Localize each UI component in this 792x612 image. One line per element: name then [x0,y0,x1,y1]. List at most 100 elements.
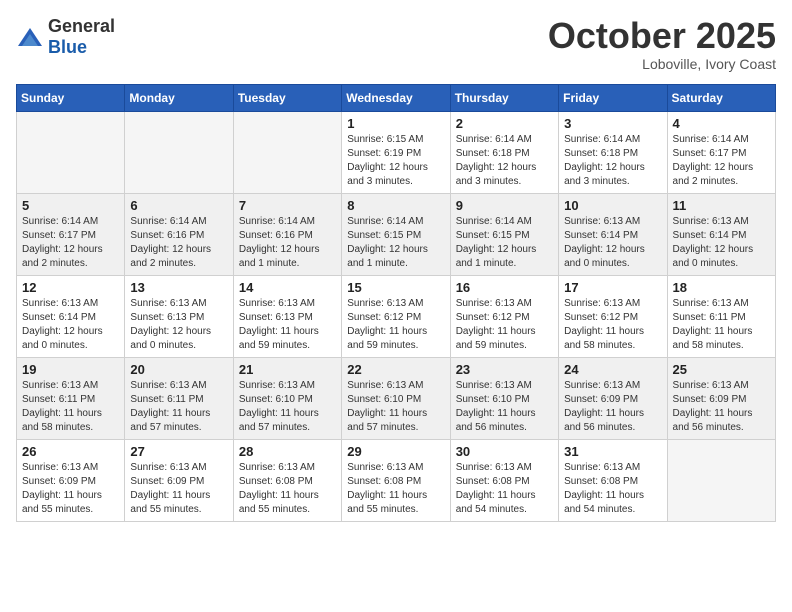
day-number: 16 [456,280,553,295]
week-row-4: 19 Sunrise: 6:13 AM Sunset: 6:11 PM Dayli… [17,357,776,439]
day-info: Sunrise: 6:13 AM Sunset: 6:10 PM Dayligh… [456,379,553,435]
day-number: 1 [347,116,444,131]
day-info: Sunrise: 6:13 AM Sunset: 6:11 PM Dayligh… [673,297,770,353]
day-info: Sunrise: 6:13 AM Sunset: 6:09 PM Dayligh… [22,461,119,517]
calendar-cell: 18 Sunrise: 6:13 AM Sunset: 6:11 PM Dayli… [667,275,775,357]
header-friday: Friday [559,84,667,111]
calendar-cell: 10 Sunrise: 6:13 AM Sunset: 6:14 PM Dayli… [559,193,667,275]
page-header: General Blue October 2025 Loboville, Ivo… [16,16,776,72]
header-thursday: Thursday [450,84,558,111]
calendar-cell: 5 Sunrise: 6:14 AM Sunset: 6:17 PM Daylig… [17,193,125,275]
day-info: Sunrise: 6:13 AM Sunset: 6:12 PM Dayligh… [347,297,444,353]
calendar-cell: 25Sunrise: 6:13 AM Sunset: 6:09 PM Dayli… [667,357,775,439]
logo-blue: Blue [48,37,87,57]
calendar-cell: 4 Sunrise: 6:14 AM Sunset: 6:17 PM Daylig… [667,111,775,193]
logo: General Blue [16,16,115,58]
calendar-cell: 27 Sunrise: 6:13 AM Sunset: 6:09 PM Dayli… [125,439,233,521]
day-number: 29 [347,444,444,459]
title-block: October 2025 Loboville, Ivory Coast [548,16,776,72]
day-info: Sunrise: 6:14 AM Sunset: 6:15 PM Dayligh… [456,215,553,271]
logo-general: General [48,16,115,36]
day-info: Sunrise: 6:13 AM Sunset: 6:12 PM Dayligh… [456,297,553,353]
calendar-cell: 16 Sunrise: 6:13 AM Sunset: 6:12 PM Dayli… [450,275,558,357]
day-info: Sunrise: 6:13 AM Sunset: 6:11 PM Dayligh… [130,379,227,435]
day-number: 12 [22,280,119,295]
day-info: Sunrise: 6:14 AM Sunset: 6:17 PM Dayligh… [22,215,119,271]
calendar-cell: 24 Sunrise: 6:13 AM Sunset: 6:09 PM Dayli… [559,357,667,439]
day-number: 20 [130,362,227,377]
calendar-cell [667,439,775,521]
calendar-cell: 13Sunrise: 6:13 AM Sunset: 6:13 PM Dayli… [125,275,233,357]
day-info: Sunrise: 6:13 AM Sunset: 6:13 PM Dayligh… [239,297,336,353]
weekday-header-row: SundayMondayTuesdayWednesdayThursdayFrid… [17,84,776,111]
day-number: 18 [673,280,770,295]
calendar-cell: 28Sunrise: 6:13 AM Sunset: 6:08 PM Dayli… [233,439,341,521]
location-subtitle: Loboville, Ivory Coast [548,56,776,72]
day-info: Sunrise: 6:13 AM Sunset: 6:10 PM Dayligh… [347,379,444,435]
day-info: Sunrise: 6:15 AM Sunset: 6:19 PM Dayligh… [347,133,444,189]
day-info: Sunrise: 6:14 AM Sunset: 6:18 PM Dayligh… [456,133,553,189]
calendar-cell: 20 Sunrise: 6:13 AM Sunset: 6:11 PM Dayli… [125,357,233,439]
calendar-cell: 3Sunrise: 6:14 AM Sunset: 6:18 PM Daylig… [559,111,667,193]
calendar-cell: 12Sunrise: 6:13 AM Sunset: 6:14 PM Dayli… [17,275,125,357]
day-number: 13 [130,280,227,295]
header-sunday: Sunday [17,84,125,111]
day-info: Sunrise: 6:13 AM Sunset: 6:10 PM Dayligh… [239,379,336,435]
week-row-1: 1 Sunrise: 6:15 AM Sunset: 6:19 PM Daylig… [17,111,776,193]
day-info: Sunrise: 6:13 AM Sunset: 6:14 PM Dayligh… [564,215,661,271]
day-number: 17 [564,280,661,295]
day-number: 22 [347,362,444,377]
calendar-cell: 26 Sunrise: 6:13 AM Sunset: 6:09 PM Dayli… [17,439,125,521]
day-info: Sunrise: 6:13 AM Sunset: 6:12 PM Dayligh… [564,297,661,353]
day-info: Sunrise: 6:13 AM Sunset: 6:09 PM Dayligh… [564,379,661,435]
day-number: 24 [564,362,661,377]
day-number: 31 [564,444,661,459]
day-number: 27 [130,444,227,459]
day-number: 10 [564,198,661,213]
day-number: 11 [673,198,770,213]
day-number: 15 [347,280,444,295]
calendar-cell [17,111,125,193]
calendar-cell: 19 Sunrise: 6:13 AM Sunset: 6:11 PM Dayli… [17,357,125,439]
day-number: 4 [673,116,770,131]
day-number: 26 [22,444,119,459]
calendar-cell: 6Sunrise: 6:14 AM Sunset: 6:16 PM Daylig… [125,193,233,275]
calendar-cell: 7 Sunrise: 6:14 AM Sunset: 6:16 PM Daylig… [233,193,341,275]
day-info: Sunrise: 6:13 AM Sunset: 6:14 PM Dayligh… [673,215,770,271]
week-row-3: 12Sunrise: 6:13 AM Sunset: 6:14 PM Dayli… [17,275,776,357]
day-number: 2 [456,116,553,131]
calendar-cell: 29Sunrise: 6:13 AM Sunset: 6:08 PM Dayli… [342,439,450,521]
calendar-cell [233,111,341,193]
logo-icon [16,26,44,48]
day-number: 23 [456,362,553,377]
day-info: Sunrise: 6:14 AM Sunset: 6:17 PM Dayligh… [673,133,770,189]
calendar-cell: 22 Sunrise: 6:13 AM Sunset: 6:10 PM Dayli… [342,357,450,439]
day-number: 9 [456,198,553,213]
calendar-cell: 2 Sunrise: 6:14 AM Sunset: 6:18 PM Daylig… [450,111,558,193]
calendar-cell: 31 Sunrise: 6:13 AM Sunset: 6:08 PM Dayli… [559,439,667,521]
day-number: 5 [22,198,119,213]
day-info: Sunrise: 6:14 AM Sunset: 6:15 PM Dayligh… [347,215,444,271]
day-number: 19 [22,362,119,377]
day-number: 25 [673,362,770,377]
day-number: 30 [456,444,553,459]
calendar-cell: 1 Sunrise: 6:15 AM Sunset: 6:19 PM Daylig… [342,111,450,193]
calendar-cell [125,111,233,193]
header-tuesday: Tuesday [233,84,341,111]
day-number: 14 [239,280,336,295]
week-row-2: 5 Sunrise: 6:14 AM Sunset: 6:17 PM Daylig… [17,193,776,275]
day-number: 6 [130,198,227,213]
calendar-cell: 8Sunrise: 6:14 AM Sunset: 6:15 PM Daylig… [342,193,450,275]
day-info: Sunrise: 6:13 AM Sunset: 6:08 PM Dayligh… [239,461,336,517]
day-info: Sunrise: 6:14 AM Sunset: 6:16 PM Dayligh… [239,215,336,271]
day-info: Sunrise: 6:13 AM Sunset: 6:11 PM Dayligh… [22,379,119,435]
day-info: Sunrise: 6:13 AM Sunset: 6:09 PM Dayligh… [130,461,227,517]
day-info: Sunrise: 6:13 AM Sunset: 6:08 PM Dayligh… [564,461,661,517]
calendar-cell: 11 Sunrise: 6:13 AM Sunset: 6:14 PM Dayli… [667,193,775,275]
calendar-cell: 15 Sunrise: 6:13 AM Sunset: 6:12 PM Dayli… [342,275,450,357]
header-monday: Monday [125,84,233,111]
logo-text: General Blue [48,16,115,58]
day-number: 7 [239,198,336,213]
month-title: October 2025 [548,16,776,56]
header-wednesday: Wednesday [342,84,450,111]
